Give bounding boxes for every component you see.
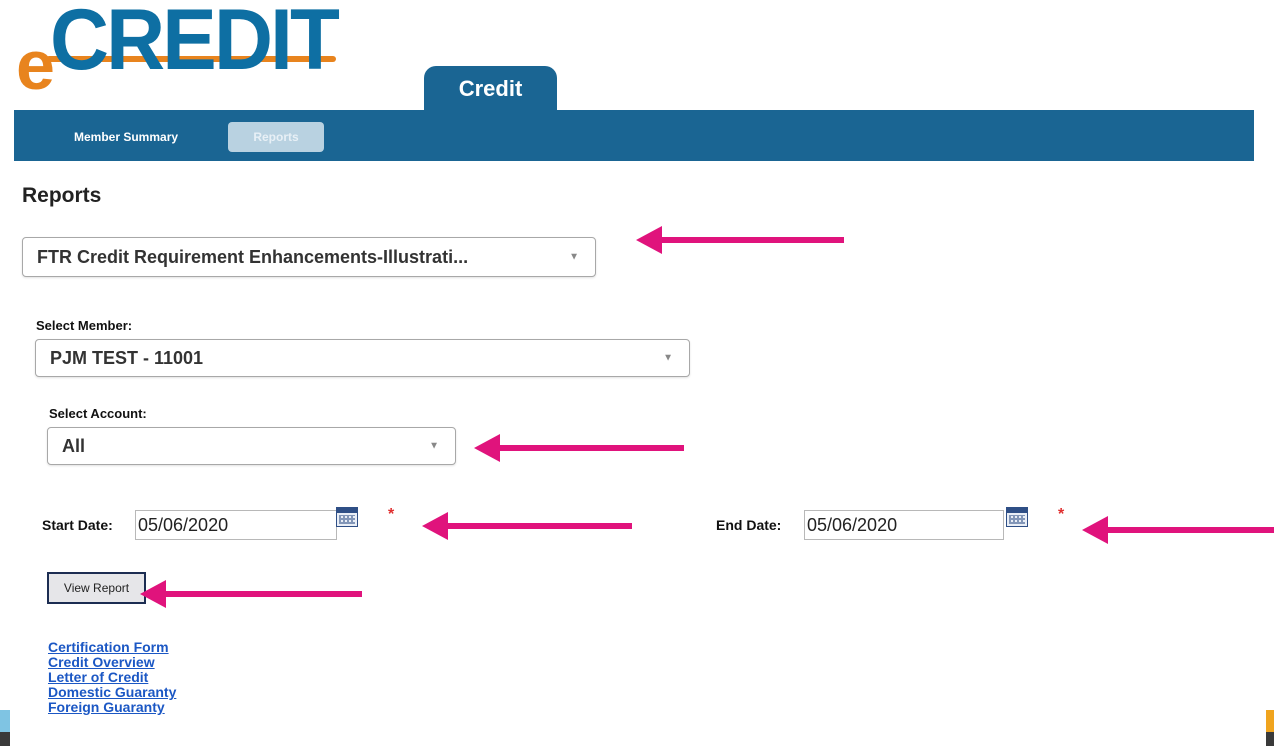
page-title: Reports — [22, 184, 102, 207]
link-foreign-guaranty[interactable]: Foreign Guaranty — [48, 700, 176, 715]
account-select-value: All — [62, 435, 86, 456]
nav-member-summary[interactable]: Member Summary — [74, 122, 178, 152]
report-select-value: FTR Credit Requirement Enhancements-Illu… — [37, 246, 469, 267]
account-select[interactable]: All ▼ — [47, 427, 456, 465]
nav-bar: Member Summary Reports — [14, 110, 1254, 161]
required-marker: * — [388, 506, 395, 523]
calendar-icon[interactable] — [336, 507, 358, 527]
view-report-button[interactable]: View Report — [47, 572, 146, 604]
chevron-down-icon: ▼ — [663, 352, 673, 364]
link-domestic-guaranty[interactable]: Domestic Guaranty — [48, 685, 176, 700]
report-links: Certification Form Credit Overview Lette… — [48, 640, 176, 715]
calendar-icon[interactable] — [1006, 507, 1028, 527]
chevron-down-icon: ▼ — [569, 251, 579, 263]
nav-reports[interactable]: Reports — [228, 122, 324, 152]
annotation-arrow-icon — [1082, 516, 1274, 544]
member-select-value: PJM TEST - 11001 — [50, 347, 204, 368]
corner-decoration — [0, 710, 10, 746]
logo-word: CREDIT — [50, 0, 340, 88]
annotation-arrow-icon — [636, 226, 844, 254]
report-select[interactable]: FTR Credit Requirement Enhancements-Illu… — [22, 237, 596, 277]
annotation-arrow-icon — [422, 512, 632, 540]
link-certification-form[interactable]: Certification Form — [48, 640, 176, 655]
member-label: Select Member: — [36, 318, 133, 333]
corner-decoration — [1266, 710, 1274, 746]
member-select[interactable]: PJM TEST - 11001 ▼ — [35, 339, 690, 377]
tab-credit[interactable]: Credit — [424, 66, 557, 112]
required-marker: * — [1058, 506, 1065, 523]
end-date-input[interactable] — [804, 510, 1004, 540]
start-date-label: Start Date: — [42, 517, 113, 533]
link-letter-of-credit[interactable]: Letter of Credit — [48, 670, 176, 685]
account-label: Select Account: — [49, 406, 147, 421]
chevron-down-icon: ▼ — [429, 440, 439, 452]
end-date-label: End Date: — [716, 517, 782, 533]
start-date-input[interactable] — [135, 510, 337, 540]
annotation-arrow-icon — [140, 580, 362, 608]
annotation-arrow-icon — [474, 434, 684, 462]
link-credit-overview[interactable]: Credit Overview — [48, 655, 176, 670]
ecredit-logo: e CREDIT — [16, 0, 340, 104]
logo-prefix: e — [16, 26, 55, 104]
